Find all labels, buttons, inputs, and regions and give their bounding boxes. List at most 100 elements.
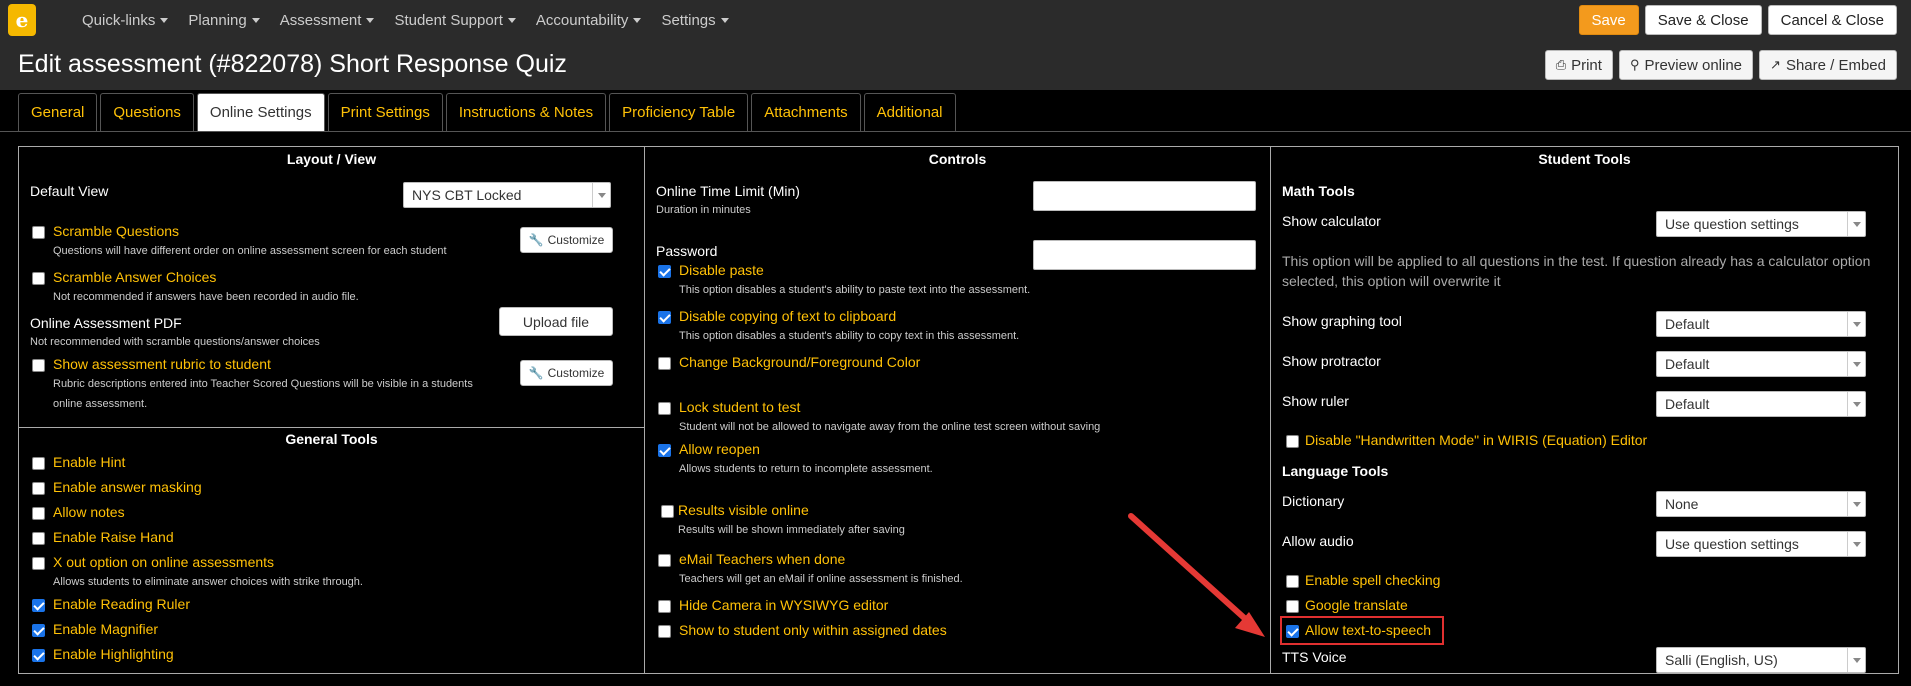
customize-rubric-button[interactable]: 🔧 Customize — [520, 360, 613, 386]
disable-copy-checkbox[interactable] — [658, 311, 671, 324]
scramble-answers-checkbox[interactable] — [32, 272, 45, 285]
x-out-desc: Allows students to eliminate answer choi… — [53, 576, 363, 588]
raise-hand-label[interactable]: Enable Raise Hand — [53, 529, 174, 545]
math-tools-heading: Math Tools — [1282, 183, 1355, 199]
general-tools-heading: General Tools — [285, 431, 378, 447]
tab-instructions-notes[interactable]: Instructions & Notes — [445, 93, 607, 131]
answer-masking-label[interactable]: Enable answer masking — [53, 479, 202, 495]
disable-paste-label[interactable]: Disable paste — [679, 262, 764, 278]
calculator-note-1: This option will be applied to all quest… — [1282, 253, 1871, 269]
wrench-icon: 🔧 — [528, 366, 544, 380]
tab-online-settings[interactable]: Online Settings — [196, 93, 325, 131]
save-button[interactable]: Save — [1578, 5, 1639, 35]
lock-student-label[interactable]: Lock student to test — [679, 399, 800, 415]
scramble-answers-label[interactable]: Scramble Answer Choices — [53, 269, 216, 285]
reading-ruler-checkbox[interactable] — [32, 599, 45, 612]
share-embed-button[interactable]: ↗ Share / Embed — [1759, 50, 1897, 80]
tts-voice-select[interactable]: Salli (English, US) — [1656, 647, 1866, 673]
enable-hint-checkbox[interactable] — [32, 457, 45, 470]
print-button[interactable]: ⎙ Print — [1544, 50, 1613, 80]
nav-quick-links[interactable]: Quick-links — [82, 12, 169, 29]
calculator-select[interactable]: Use question settings — [1656, 211, 1866, 237]
hide-camera-checkbox[interactable] — [658, 600, 671, 613]
student-tools-column: Student Tools Math Tools Show calculator… — [1271, 147, 1898, 673]
tab-questions[interactable]: Questions — [100, 93, 194, 131]
disable-copy-label[interactable]: Disable copying of text to clipboard — [679, 308, 896, 324]
password-label: Password — [656, 243, 718, 259]
answer-masking-checkbox[interactable] — [32, 482, 45, 495]
google-translate-checkbox[interactable] — [1286, 600, 1299, 613]
pdf-desc: Not recommended with scramble questions/… — [30, 336, 320, 348]
disable-paste-checkbox[interactable] — [658, 265, 671, 278]
bg-color-label[interactable]: Change Background/Foreground Color — [679, 354, 920, 370]
google-translate-label[interactable]: Google translate — [1305, 597, 1408, 613]
spell-checking-label[interactable]: Enable spell checking — [1305, 572, 1440, 588]
allow-reopen-desc: Allows students to return to incomplete … — [679, 463, 933, 475]
share-icon: ↗ — [1770, 57, 1781, 72]
tab-proficiency-table[interactable]: Proficiency Table — [609, 93, 749, 131]
preview-online-button[interactable]: ⚲ Preview online — [1618, 50, 1754, 80]
results-visible-label[interactable]: Results visible online — [678, 502, 809, 518]
cancel-close-button[interactable]: Cancel & Close — [1767, 5, 1897, 35]
nav-accountability[interactable]: Accountability — [536, 12, 642, 29]
customize-scramble-button[interactable]: 🔧 Customize — [520, 227, 613, 253]
raise-hand-checkbox[interactable] — [32, 532, 45, 545]
protractor-select[interactable]: Default — [1656, 351, 1866, 377]
highlighting-checkbox[interactable] — [32, 649, 45, 662]
caret-down-icon — [160, 18, 169, 24]
assigned-dates-checkbox[interactable] — [658, 625, 671, 638]
allow-audio-select[interactable]: Use question settings — [1656, 531, 1866, 557]
allow-reopen-checkbox[interactable] — [658, 444, 671, 457]
time-limit-input[interactable] — [1033, 181, 1256, 211]
dictionary-select[interactable]: None — [1656, 491, 1866, 517]
hide-camera-label[interactable]: Hide Camera in WYSIWYG editor — [679, 597, 888, 613]
disable-copy-desc: This option disables a student's ability… — [679, 330, 1020, 342]
password-input[interactable] — [1033, 240, 1256, 270]
reading-ruler-label[interactable]: Enable Reading Ruler — [53, 596, 190, 612]
wiris-label[interactable]: Disable "Handwritten Mode" in WIRIS (Equ… — [1305, 432, 1647, 448]
wiris-checkbox[interactable] — [1286, 435, 1299, 448]
text-to-speech-label[interactable]: Allow text-to-speech — [1305, 622, 1431, 638]
caret-down-icon — [251, 18, 260, 24]
scramble-questions-label[interactable]: Scramble Questions — [53, 223, 179, 239]
text-to-speech-checkbox[interactable] — [1286, 625, 1299, 638]
nav-planning[interactable]: Planning — [188, 12, 260, 29]
scramble-questions-checkbox[interactable] — [32, 226, 45, 239]
bg-color-checkbox[interactable] — [658, 357, 671, 370]
top-navbar: e Quick-links Planning Assessment Studen… — [0, 0, 1911, 40]
show-rubric-desc-2: online assessment. — [53, 398, 148, 410]
allow-notes-label[interactable]: Allow notes — [53, 504, 125, 520]
email-teachers-label[interactable]: eMail Teachers when done — [679, 551, 845, 567]
results-visible-checkbox[interactable] — [661, 505, 674, 518]
graphing-tool-select[interactable]: Default — [1656, 311, 1866, 337]
default-view-select[interactable]: NYS CBT Locked — [403, 182, 611, 208]
x-out-checkbox[interactable] — [32, 557, 45, 570]
tab-print-settings[interactable]: Print Settings — [327, 93, 443, 131]
app-logo[interactable]: e — [8, 4, 36, 36]
lock-student-checkbox[interactable] — [658, 402, 671, 415]
nav-settings[interactable]: Settings — [661, 12, 729, 29]
magnifier-label[interactable]: Enable Magnifier — [53, 621, 158, 637]
tab-additional[interactable]: Additional — [863, 93, 956, 131]
ruler-select[interactable]: Default — [1656, 391, 1866, 417]
nav-assessment[interactable]: Assessment — [280, 12, 375, 29]
show-rubric-checkbox[interactable] — [32, 359, 45, 372]
tab-attachments[interactable]: Attachments — [751, 93, 861, 131]
tab-bar: General Questions Online Settings Print … — [18, 93, 959, 131]
email-teachers-checkbox[interactable] — [658, 554, 671, 567]
save-close-button[interactable]: Save & Close — [1644, 5, 1762, 35]
show-rubric-label[interactable]: Show assessment rubric to student — [53, 356, 271, 372]
spell-checking-checkbox[interactable] — [1286, 575, 1299, 588]
allow-reopen-label[interactable]: Allow reopen — [679, 441, 760, 457]
enable-hint-label[interactable]: Enable Hint — [53, 454, 125, 470]
page-title: Edit assessment (#822078) Short Response… — [18, 50, 567, 78]
magnifier-checkbox[interactable] — [32, 624, 45, 637]
allow-notes-checkbox[interactable] — [32, 507, 45, 520]
assigned-dates-label[interactable]: Show to student only within assigned dat… — [679, 622, 947, 638]
x-out-label[interactable]: X out option on online assessments — [53, 554, 274, 570]
highlighting-label[interactable]: Enable Highlighting — [53, 646, 174, 662]
tab-general[interactable]: General — [18, 93, 98, 131]
upload-file-button[interactable]: Upload file — [499, 307, 613, 336]
caret-down-icon — [633, 18, 642, 24]
nav-student-support[interactable]: Student Support — [394, 12, 516, 29]
